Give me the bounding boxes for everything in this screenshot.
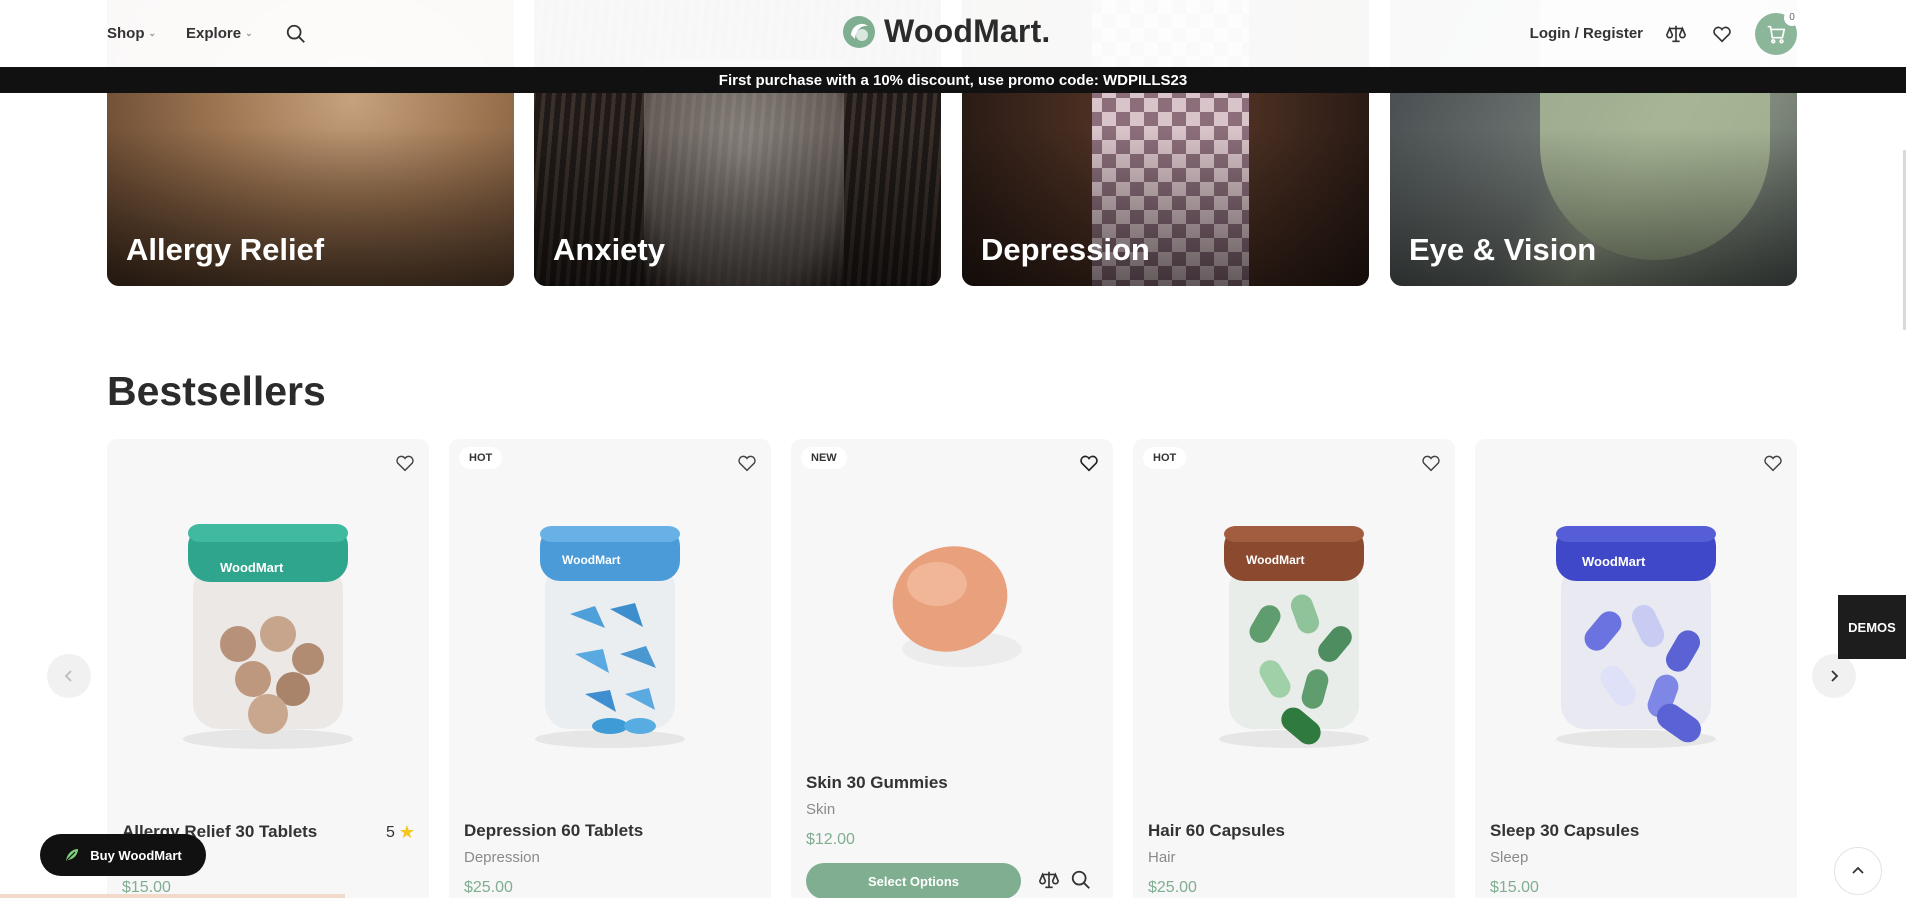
category-label: Allergy Relief bbox=[126, 232, 325, 267]
logo-icon bbox=[843, 15, 875, 48]
product-name[interactable]: Hair 60 Capsules bbox=[1148, 821, 1285, 841]
wishlist-heart-icon[interactable] bbox=[1761, 451, 1785, 475]
login-register-link[interactable]: Login / Register bbox=[1530, 25, 1643, 42]
nav-label: Shop bbox=[107, 25, 145, 42]
cookie-bar-edge bbox=[0, 894, 345, 898]
chevron-left-icon bbox=[64, 670, 72, 682]
compare-icon[interactable] bbox=[1663, 21, 1689, 47]
product-category[interactable]: Depression bbox=[464, 849, 540, 866]
search-icon[interactable] bbox=[283, 21, 309, 47]
product-price: $25.00 bbox=[1148, 879, 1197, 896]
compare-icon[interactable] bbox=[1037, 868, 1061, 892]
svg-text:WoodMart: WoodMart bbox=[1246, 553, 1304, 567]
buy-woodmart-button[interactable]: Buy WoodMart bbox=[40, 834, 206, 876]
product-price: $25.00 bbox=[464, 879, 513, 896]
product-name[interactable]: Sleep 30 Capsules bbox=[1490, 821, 1639, 841]
product-price: $15.00 bbox=[1490, 879, 1539, 896]
product-name[interactable]: Skin 30 Gummies bbox=[806, 773, 948, 793]
star-icon: ★ bbox=[398, 822, 415, 842]
buy-woodmart-label: Buy WoodMart bbox=[90, 847, 182, 863]
product-name[interactable]: Depression 60 Tablets bbox=[464, 821, 643, 841]
product-category[interactable]: Hair bbox=[1148, 849, 1176, 866]
svg-text:WoodMart: WoodMart bbox=[1582, 554, 1646, 569]
chevron-down-icon: ⌄ bbox=[148, 28, 157, 38]
product-card[interactable]: NEW Skin 30 Gummies Skin $12.00 Select O… bbox=[791, 439, 1113, 898]
rating-value: 5 bbox=[385, 823, 395, 841]
quick-view-search-icon[interactable] bbox=[1069, 868, 1093, 892]
promo-bar: First purchase with a 10% discount, use … bbox=[0, 67, 1906, 93]
header-actions: Login / Register 0 bbox=[1530, 9, 1800, 55]
main-nav: Shop ⌄ Explore ⌄ bbox=[107, 21, 309, 47]
wishlist-heart-icon[interactable] bbox=[393, 451, 417, 475]
hot-badge: HOT bbox=[459, 447, 503, 469]
chevron-down-icon: ⌄ bbox=[245, 28, 253, 38]
product-image[interactable]: WoodMart bbox=[1133, 479, 1455, 769]
nav-label: Explore bbox=[186, 25, 242, 42]
demos-button[interactable]: DEMOS bbox=[1838, 595, 1906, 659]
chevron-up-icon bbox=[1852, 866, 1864, 874]
nav-item-shop[interactable]: Shop ⌄ bbox=[107, 25, 156, 42]
category-label: Depression bbox=[981, 232, 1150, 267]
hot-badge: HOT bbox=[1143, 447, 1187, 469]
product-category[interactable]: Sleep bbox=[1490, 849, 1528, 866]
product-category[interactable]: Skin bbox=[806, 801, 835, 818]
category-label: Anxiety bbox=[553, 232, 665, 267]
heart-icon[interactable] bbox=[1709, 21, 1735, 47]
product-image[interactable]: WoodMart bbox=[1475, 479, 1797, 769]
select-options-button[interactable]: Select Options bbox=[806, 863, 1021, 898]
section-title: Bestsellers bbox=[107, 368, 326, 414]
product-card[interactable]: HOT WoodMart Depression 60 Tablets Depre… bbox=[449, 439, 771, 898]
product-rating: 5 ★ bbox=[386, 822, 415, 843]
scroll-to-top-button[interactable] bbox=[1834, 847, 1882, 895]
svg-text:WoodMart: WoodMart bbox=[562, 553, 620, 567]
product-price: $12.00 bbox=[806, 831, 855, 848]
svg-text:WoodMart: WoodMart bbox=[220, 560, 284, 575]
site-header: Shop ⌄ Explore ⌄ WoodMart. Login / Regis… bbox=[0, 0, 1906, 67]
cart-count-badge: 0 bbox=[1784, 9, 1800, 26]
wishlist-heart-icon[interactable] bbox=[1419, 451, 1443, 475]
wishlist-heart-icon[interactable] bbox=[735, 451, 759, 475]
category-label: Eye & Vision bbox=[1409, 232, 1597, 267]
site-logo[interactable]: WoodMart. bbox=[842, 13, 1051, 50]
logo-text: WoodMart. bbox=[884, 13, 1051, 49]
cart-icon bbox=[1767, 25, 1786, 44]
product-image[interactable]: WoodMart bbox=[449, 479, 771, 769]
promo-text: First purchase with a 10% discount, use … bbox=[718, 71, 1188, 89]
product-image[interactable] bbox=[791, 459, 1113, 749]
leaf-icon bbox=[66, 849, 79, 861]
carousel-next-button[interactable] bbox=[1812, 654, 1856, 698]
cart-button[interactable]: 0 bbox=[1755, 9, 1800, 55]
product-card[interactable]: WoodMart Allergy Relief 30 Tablets 5 ★ $… bbox=[107, 439, 429, 898]
nav-item-explore[interactable]: Explore ⌄ bbox=[186, 25, 253, 42]
product-image[interactable]: WoodMart bbox=[107, 479, 429, 769]
carousel-prev-button[interactable] bbox=[47, 654, 91, 698]
chevron-right-icon bbox=[1831, 670, 1839, 682]
product-card[interactable]: HOT WoodMart Hair 60 Capsules Hair $25.0… bbox=[1133, 439, 1455, 898]
product-card[interactable]: WoodMart Sleep 30 Capsules Sleep $15.00 bbox=[1475, 439, 1797, 898]
